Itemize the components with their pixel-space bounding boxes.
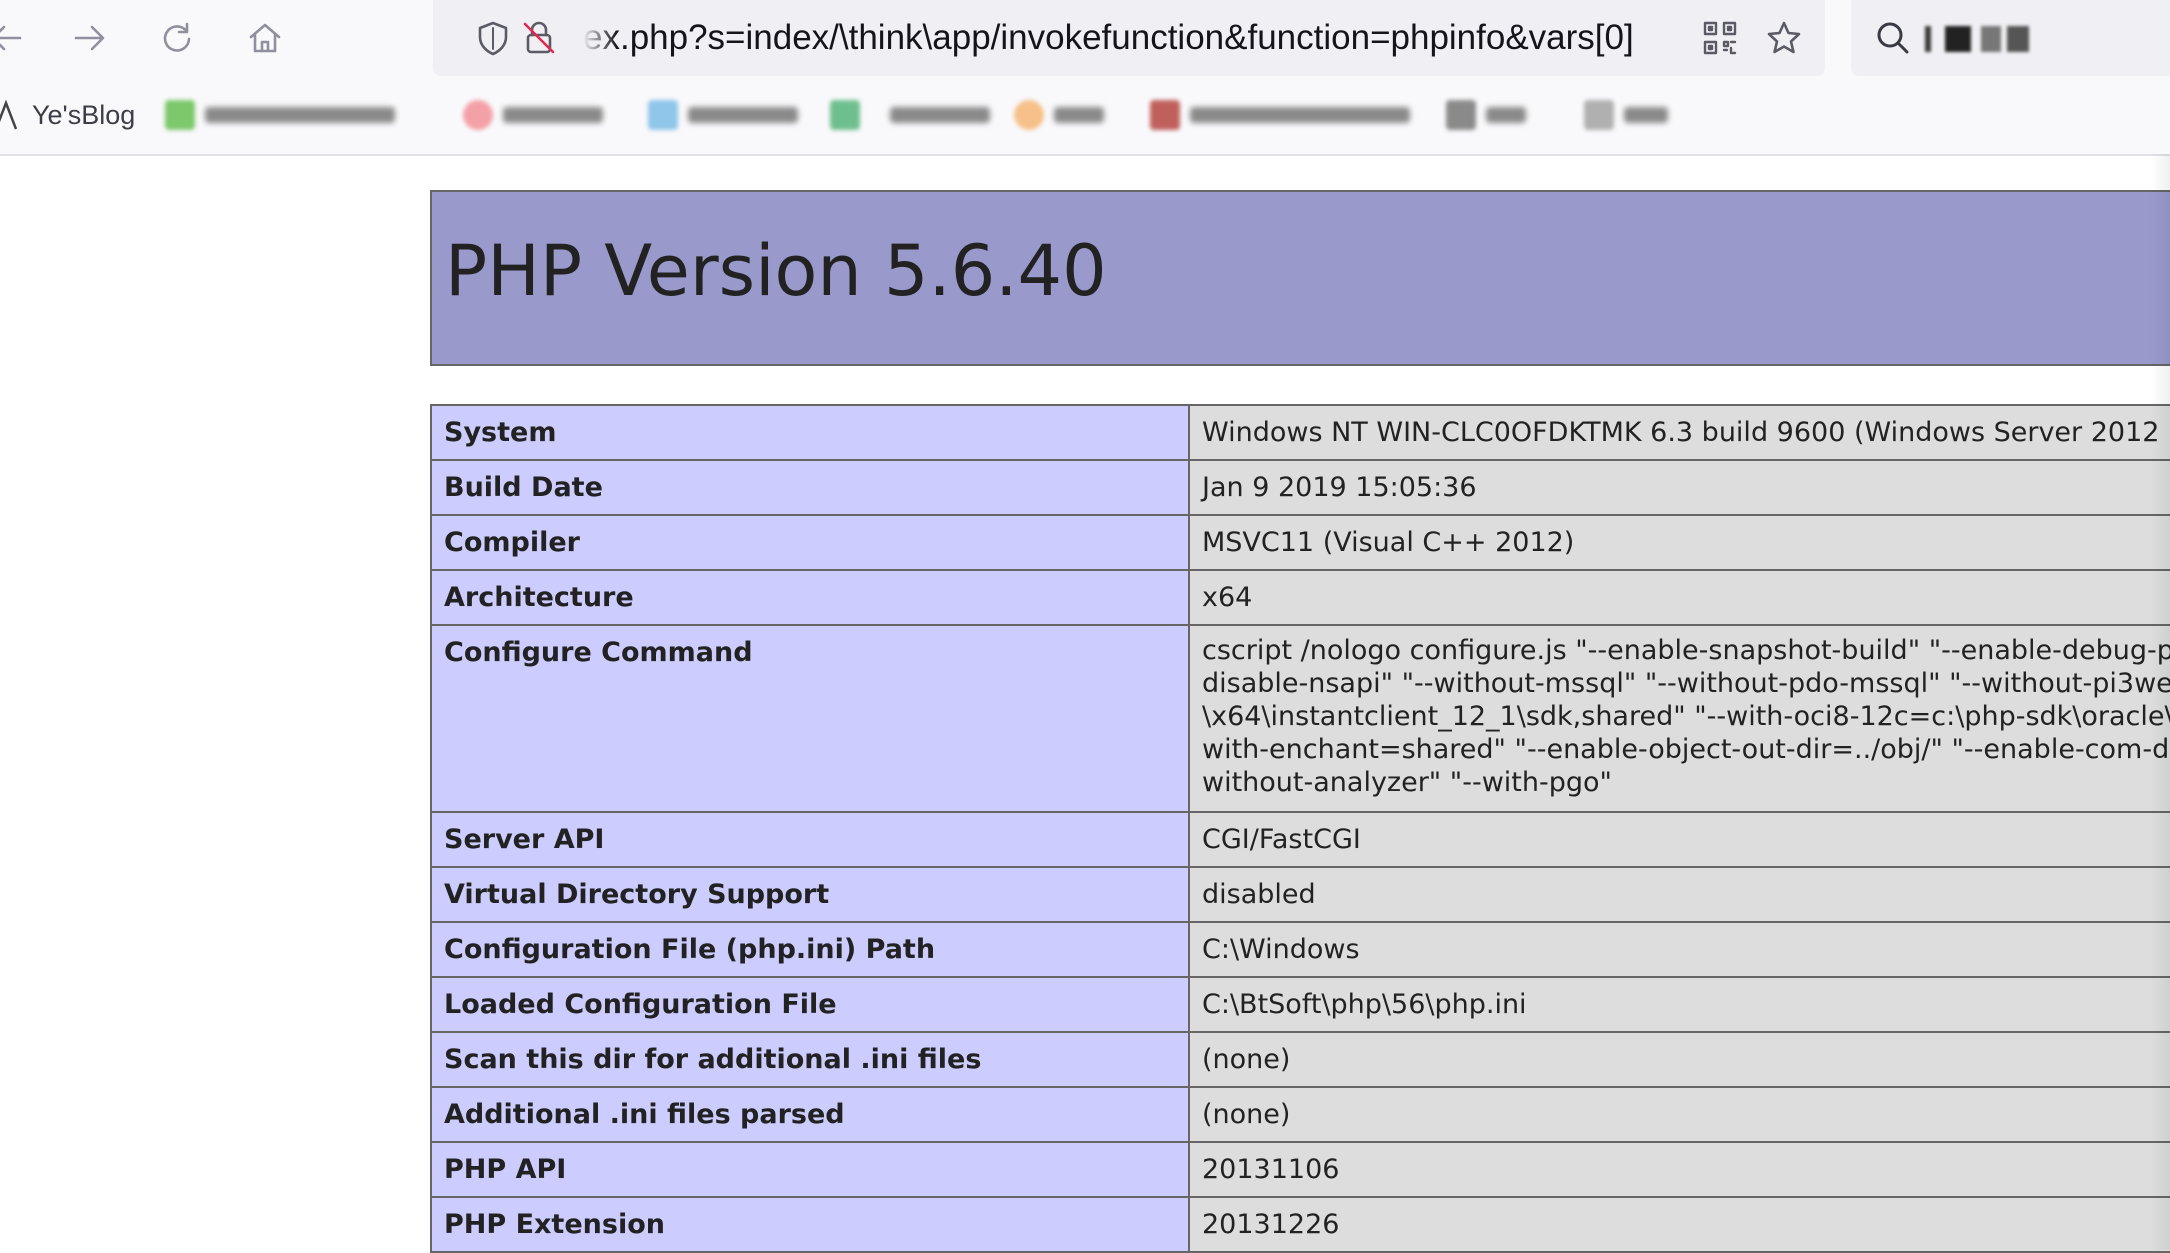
qr-code-icon[interactable]: [1698, 16, 1742, 60]
bookmark-favicon: [0, 99, 18, 130]
php-info-table: System Windows NT WIN-CLC0OFDKTMK 6.3 bu…: [430, 404, 2170, 1253]
row-value: x64: [1188, 569, 2170, 626]
row-key: Loaded Configuration File: [430, 976, 1190, 1033]
bookmark-item-redacted[interactable]: [1150, 94, 1410, 136]
configure-command-line: with-enchant=shared" "--enable-object-ou…: [1202, 734, 2170, 765]
row-key: Scan this dir for additional .ini files: [430, 1031, 1190, 1088]
table-row: Virtual Directory Support disabled: [430, 866, 2170, 923]
table-row: Loaded Configuration File C:\BtSoft\php\…: [430, 976, 2170, 1033]
table-row: System Windows NT WIN-CLC0OFDKTMK 6.3 bu…: [430, 404, 2170, 461]
reload-icon[interactable]: [154, 14, 202, 62]
shield-icon[interactable]: [471, 16, 515, 60]
search-box[interactable]: [1851, 0, 2170, 76]
search-icon[interactable]: [1871, 16, 1915, 60]
page-title: PHP Version 5.6.40: [445, 230, 1107, 312]
row-key: PHP API: [430, 1141, 1190, 1198]
bookmark-item-redacted[interactable]: [1014, 94, 1104, 136]
table-row: Scan this dir for additional .ini files …: [430, 1031, 2170, 1088]
lock-crossed-icon[interactable]: [517, 16, 561, 60]
configure-command-line: \x64\instantclient_12_1\sdk,shared" "--w…: [1202, 701, 2170, 732]
bookmark-item-redacted[interactable]: [165, 94, 395, 136]
bookmark-label-redacted: [1054, 107, 1104, 123]
bookmark-label-redacted: [688, 107, 798, 123]
search-query-redacted[interactable]: [1923, 24, 2103, 54]
bookmark-item-redacted[interactable]: [463, 94, 603, 136]
bookmark-item-redacted[interactable]: [1584, 94, 1668, 136]
bookmark-favicon: [1446, 100, 1476, 130]
bookmark-label-redacted: [1624, 107, 1668, 123]
bookmark-label-redacted: [503, 107, 603, 123]
row-key: PHP Extension: [430, 1196, 1190, 1253]
row-value: 20131106: [1188, 1141, 2170, 1198]
bookmark-item-redacted[interactable]: [830, 94, 990, 136]
back-arrow-icon[interactable]: [0, 14, 30, 62]
configure-command-line: without-analyzer" "--with-pgo": [1202, 767, 1612, 798]
forward-arrow-icon[interactable]: [66, 14, 114, 62]
table-row: Configuration File (php.ini) Path C:\Win…: [430, 921, 2170, 978]
url-fade: [583, 0, 617, 76]
bookmark-item-yesblog[interactable]: Ye'sBlog: [0, 94, 135, 136]
bookmark-favicon: [165, 100, 195, 130]
browser-toolbar: ex.php?s=index/\think\app/invokefunction…: [0, 0, 2170, 76]
row-key: Architecture: [430, 569, 1190, 626]
row-value: CGI/FastCGI: [1188, 811, 2170, 868]
row-value: Jan 9 2019 15:05:36: [1188, 459, 2170, 516]
row-value: MSVC11 (Visual C++ 2012): [1188, 514, 2170, 571]
row-key: System: [430, 404, 1190, 461]
table-row: Server API CGI/FastCGI: [430, 811, 2170, 868]
row-key: Configuration File (php.ini) Path: [430, 921, 1190, 978]
bookmark-favicon: [648, 100, 678, 130]
row-value: disabled: [1188, 866, 2170, 923]
bookmark-item-redacted[interactable]: [648, 94, 798, 136]
row-value: (none): [1188, 1086, 2170, 1143]
configure-command-line: cscript /nologo configure.js "--enable-s…: [1202, 635, 2170, 666]
table-row: Configure Command cscript /nologo config…: [430, 624, 2170, 813]
bookmark-label-redacted: [1190, 107, 1410, 123]
table-row: PHP Extension 20131226: [430, 1196, 2170, 1253]
address-bar[interactable]: ex.php?s=index/\think\app/invokefunction…: [433, 0, 1825, 76]
home-icon[interactable]: [241, 14, 289, 62]
table-row: Architecture x64: [430, 569, 2170, 626]
row-value: cscript /nologo configure.js "--enable-s…: [1188, 624, 2170, 813]
php-version-header: PHP Version 5.6.40: [430, 190, 2170, 366]
bookmark-favicon: [1584, 100, 1614, 130]
table-row: PHP API 20131106: [430, 1141, 2170, 1198]
row-value: C:\Windows: [1188, 921, 2170, 978]
row-value: (none): [1188, 1031, 2170, 1088]
row-key: Configure Command: [430, 624, 1190, 813]
bookmark-label: Ye'sBlog: [32, 99, 136, 130]
table-row: Compiler MSVC11 (Visual C++ 2012): [430, 514, 2170, 571]
bookmark-favicon: [1014, 100, 1044, 130]
bookmark-label-redacted: [890, 107, 990, 123]
row-key: Compiler: [430, 514, 1190, 571]
url-text[interactable]: ex.php?s=index/\think\app/invokefunction…: [583, 0, 1633, 76]
row-value: Windows NT WIN-CLC0OFDKTMK 6.3 build 960…: [1188, 404, 2170, 461]
bookmarks-bar: Ye'sBlog: [0, 76, 2170, 156]
table-row: Additional .ini files parsed (none): [430, 1086, 2170, 1143]
bookmark-label-redacted: [1486, 107, 1526, 123]
star-icon[interactable]: [1762, 16, 1806, 60]
bookmark-favicon: [463, 100, 493, 130]
bookmark-favicon: [1150, 100, 1180, 130]
row-key: Additional .ini files parsed: [430, 1086, 1190, 1143]
row-key: Server API: [430, 811, 1190, 868]
row-key: Virtual Directory Support: [430, 866, 1190, 923]
bookmark-item-redacted[interactable]: [1446, 94, 1526, 136]
configure-command-line: disable-nsapi" "--without-mssql" "--with…: [1202, 668, 2170, 699]
table-row: Build Date Jan 9 2019 15:05:36: [430, 459, 2170, 516]
bookmark-favicon: [830, 100, 860, 130]
row-value: 20131226: [1188, 1196, 2170, 1253]
row-key: Build Date: [430, 459, 1190, 516]
bookmark-label-redacted: [205, 107, 395, 123]
row-value: C:\BtSoft\php\56\php.ini: [1188, 976, 2170, 1033]
